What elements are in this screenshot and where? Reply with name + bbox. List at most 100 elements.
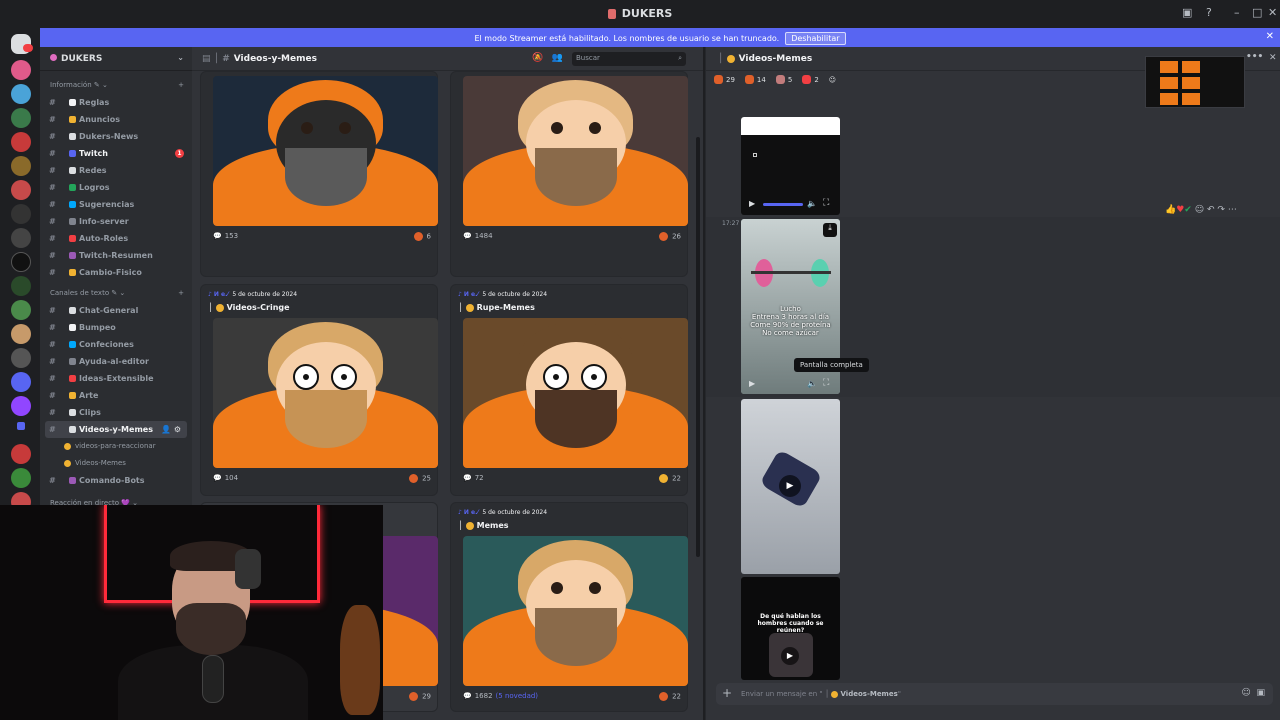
thread-item[interactable]: Videos-Memes xyxy=(40,455,192,472)
reaction-pill[interactable]: 5 xyxy=(775,75,792,84)
add-channel-icon[interactable]: + xyxy=(178,77,184,94)
gear-icon[interactable]: 👤 ⚙ xyxy=(161,421,181,438)
reaction-count[interactable]: 26 xyxy=(659,232,681,241)
composer-actions[interactable]: ☺ ▣ xyxy=(1241,688,1265,698)
sidebar-channel-ideas-extensible[interactable]: # Ideas-Extensible xyxy=(40,370,192,387)
sidebar-channel-chat-general[interactable]: # Chat-General xyxy=(40,302,192,319)
fullscreen-icon[interactable]: ⛶ xyxy=(823,378,829,388)
reaction-pill[interactable]: 14 xyxy=(744,75,766,84)
chevron-down-icon[interactable]: ⌄ xyxy=(177,53,184,62)
folder-icon[interactable] xyxy=(17,422,25,430)
check-icon[interactable]: ✔ xyxy=(1184,205,1192,215)
server-icon[interactable] xyxy=(11,444,31,464)
server-icon[interactable] xyxy=(11,108,31,128)
volume-icon[interactable]: 🔈 xyxy=(807,199,817,208)
sidebar-channel-info-server[interactable]: # Info-server xyxy=(40,213,192,230)
minimize-button[interactable]: – xyxy=(1234,6,1240,19)
guild-header[interactable]: DUKERS ⌄ xyxy=(40,47,192,71)
sidebar-channel-clips[interactable]: # Clips xyxy=(40,404,192,421)
forum-post-card[interactable]: ♪ И e.⁄ 5 de octubre de 2024 │ Rupe-Memes 💬… xyxy=(450,284,688,496)
sidebar-channel-confeciones[interactable]: # Confeciones xyxy=(40,336,192,353)
post-image[interactable] xyxy=(463,536,688,686)
post-title[interactable]: │ Memes xyxy=(458,521,509,530)
reaction-count[interactable]: 6 xyxy=(413,232,431,241)
server-icon[interactable] xyxy=(11,300,31,320)
server-icon[interactable] xyxy=(11,324,31,344)
sidebar-channel-twitch-resumen[interactable]: # Twitch-Resumen xyxy=(40,247,192,264)
thumbs-up-icon[interactable]: 👍 xyxy=(1165,205,1176,215)
play-icon[interactable]: ▶ xyxy=(749,379,755,388)
close-thread-icon[interactable]: ✕ xyxy=(1269,53,1277,63)
post-image[interactable] xyxy=(463,318,688,468)
message-composer[interactable]: + Enviar un mensaje en " │ Videos-Memes"… xyxy=(716,683,1273,705)
add-reaction-icon[interactable]: ☺ xyxy=(829,76,836,84)
server-icon[interactable] xyxy=(11,468,31,488)
reaction-pill[interactable]: 29 xyxy=(714,75,735,84)
sidebar-channel-videos-y-memes[interactable]: # Videos-y-Memes 👤 ⚙ xyxy=(45,421,187,438)
reply-icon[interactable]: ↶ xyxy=(1207,205,1215,215)
forum-post-card[interactable]: ♪ И e.⁄ 5 de octubre de 2024 │ Videos-Crin… xyxy=(200,284,438,496)
server-icon[interactable] xyxy=(11,132,31,152)
sidebar-channel-auto-roles[interactable]: # Auto-Roles xyxy=(40,230,192,247)
new-messages-label[interactable]: (5 novedad) xyxy=(496,692,539,700)
post-image[interactable] xyxy=(463,76,688,226)
server-icon[interactable] xyxy=(11,252,31,272)
more-icon[interactable]: ••• xyxy=(1246,52,1263,62)
sidebar-channel-arte[interactable]: # Arte xyxy=(40,387,192,404)
volume-icon[interactable]: 🔈 xyxy=(807,379,817,388)
emoji-picker-icon[interactable]: ☺ xyxy=(1241,688,1250,698)
sidebar-channel-ayuda-al-editor[interactable]: # Ayuda-al-editor xyxy=(40,353,192,370)
sidebar-channel-dukers-news[interactable]: # Dukers-News xyxy=(40,128,192,145)
server-icon[interactable] xyxy=(11,372,31,392)
video-embed[interactable]: ▶ 🔈 ⛶ xyxy=(741,117,840,215)
gif-icon[interactable]: ▣ xyxy=(1256,688,1265,698)
forum-post-card[interactable]: 💬 153 6 xyxy=(200,71,438,277)
download-icon[interactable]: ⤓ xyxy=(823,223,837,237)
server-icon[interactable] xyxy=(11,276,31,296)
disable-streamer-button[interactable]: Deshabilitar xyxy=(785,32,846,45)
forum-post-card[interactable]: 💬 1484 26 xyxy=(450,71,688,277)
post-image[interactable] xyxy=(213,76,438,226)
server-icon[interactable] xyxy=(11,204,31,224)
members-icon[interactable]: 👥 xyxy=(552,53,563,63)
server-icon[interactable] xyxy=(11,156,31,176)
play-icon[interactable]: ▶ xyxy=(749,199,755,208)
video-embed[interactable]: ▶ xyxy=(741,399,840,574)
emoji-icon[interactable]: ☺ xyxy=(1195,205,1204,215)
header-icons[interactable]: 🔕 👥 xyxy=(532,53,563,63)
forum-post-card[interactable]: ♪ И e.⁄ 5 de octubre de 2024 │ Memes 💬 1682(… xyxy=(450,502,688,712)
author-name[interactable]: ♪ И e.⁄ xyxy=(208,291,228,298)
video-embed[interactable]: De qué hablan los hombres cuando se reún… xyxy=(741,577,840,680)
sidebar-channel-logros[interactable]: # Logros xyxy=(40,179,192,196)
author-name[interactable]: ♪ И e.⁄ xyxy=(458,291,478,298)
category-text[interactable]: Canales de texto ✎ ⌄ + xyxy=(40,285,192,302)
message-actions[interactable]: 👍♥✔ ☺ ↶ ↷ ⋯ xyxy=(1165,205,1237,219)
server-icon[interactable] xyxy=(11,60,31,80)
search-input[interactable]: Buscar ⌕ xyxy=(572,52,686,66)
channel-item[interactable]: # Comando-Bots xyxy=(40,472,192,489)
sidebar-channel-sugerencias[interactable]: # Sugerencias xyxy=(40,196,192,213)
post-image[interactable] xyxy=(213,318,438,468)
post-title[interactable]: │ Rupe-Memes xyxy=(458,303,535,312)
reaction-count[interactable]: 22 xyxy=(659,474,681,483)
inbox-icon[interactable]: ▣ xyxy=(1182,6,1192,19)
server-icon-dukers[interactable] xyxy=(11,180,31,200)
close-window-button[interactable]: ✕ xyxy=(1268,6,1277,19)
add-channel-icon[interactable]: + xyxy=(178,285,184,302)
fullscreen-icon[interactable]: ⛶ xyxy=(823,198,829,208)
forward-icon[interactable]: ↷ xyxy=(1217,205,1225,215)
server-icon[interactable] xyxy=(11,84,31,104)
sidebar-channel-twitch[interactable]: # Twitch 1 xyxy=(40,145,192,162)
thread-item[interactable]: videos-para-reaccionar xyxy=(40,438,192,455)
sidebar-channel-anuncios[interactable]: # Anuncios xyxy=(40,111,192,128)
reaction-count[interactable]: 22 xyxy=(659,692,681,701)
sidebar-channel-bumpeo[interactable]: # Bumpeo xyxy=(40,319,192,336)
help-icon[interactable]: ? xyxy=(1206,6,1212,19)
attach-icon[interactable]: + xyxy=(722,686,732,700)
close-banner-icon[interactable]: ✕ xyxy=(1266,31,1274,42)
reaction-count[interactable]: 29 xyxy=(409,692,431,701)
forum-scrollbar[interactable] xyxy=(696,137,700,557)
sidebar-channel-cambio-fisico[interactable]: # Cambio-Fisico xyxy=(40,264,192,281)
volume-slider[interactable] xyxy=(763,203,803,206)
server-icon[interactable] xyxy=(11,348,31,368)
